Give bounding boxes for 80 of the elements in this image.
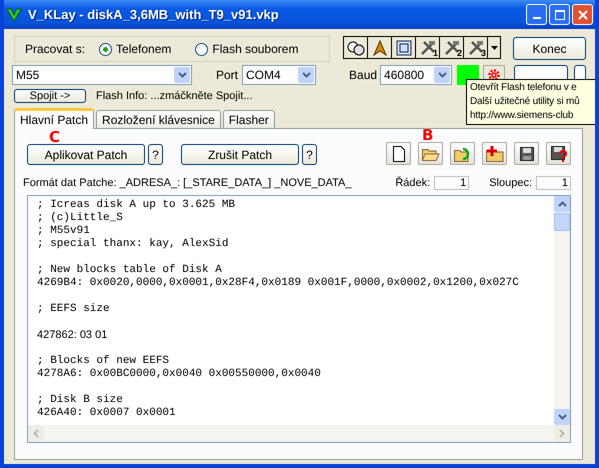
port-label: Port <box>216 68 238 82</box>
model-dropdown[interactable]: M55 <box>12 65 192 85</box>
file-tool-button[interactable] <box>546 142 571 165</box>
patch-button[interactable]: Zrušit Patch <box>181 144 299 165</box>
dropdown-button[interactable] <box>488 37 500 58</box>
work-mode-label: Pracovat s: <box>25 42 86 56</box>
flash-info: Flash Info: ...zmáčkněte Spojit... <box>96 90 253 102</box>
patch-editor[interactable] <box>27 195 571 443</box>
baud-label: Baud <box>349 68 378 82</box>
tooltip-line: Otevřít Flash telefonu v e <box>470 81 578 95</box>
tab[interactable]: Flasher <box>222 110 275 128</box>
save-help-icon <box>550 146 566 162</box>
tools-icon <box>420 40 436 56</box>
position-label: Sloupec: <box>489 177 532 189</box>
chevron-left-icon <box>33 429 39 438</box>
toolbar-button[interactable] <box>368 37 391 58</box>
code-line: ; (c)Little_S <box>37 212 123 224</box>
horizontal-scrollbar[interactable] <box>28 425 570 442</box>
code-line: ; Icreas disk A up to 3.625 MB <box>37 199 236 211</box>
tooltip-line: http://www.siemens-club <box>470 109 574 123</box>
folder-add-icon <box>486 146 504 162</box>
close-button[interactable] <box>572 4 593 25</box>
toolbar-button[interactable]: 2 <box>440 37 463 58</box>
toolbar-button[interactable]: 3 <box>464 37 487 58</box>
konec-button[interactable]: Konec <box>513 37 586 60</box>
radio-option[interactable]: Telefonem <box>99 42 172 56</box>
chevron-up-icon <box>558 201 566 207</box>
figure-icon <box>372 40 386 56</box>
open-folder-icon <box>422 146 440 160</box>
toolbar-button[interactable] <box>344 37 367 58</box>
baud-dropdown[interactable]: 460800 <box>380 65 452 85</box>
scrollbar-thumb[interactable] <box>554 213 570 231</box>
window-title: V_KLay - diskA_3,6MB_with_T9_v91.vkp <box>28 7 280 22</box>
folder-refresh-icon <box>454 146 472 162</box>
radio-option[interactable]: Flash souborem <box>195 42 298 56</box>
maximize-button[interactable] <box>549 4 570 25</box>
annotation-letter: B <box>422 126 434 144</box>
close-icon <box>578 10 588 20</box>
connect-button[interactable]: Spojit -> <box>14 88 86 102</box>
chevron-right-icon <box>559 429 565 438</box>
tab[interactable]: Rozložení klávesnice <box>96 110 221 128</box>
code-line: ; EEFS size <box>37 303 110 315</box>
save-icon <box>520 146 534 160</box>
chip-icon <box>396 40 412 56</box>
code-line: ; M55v91 <box>37 225 90 237</box>
patch-button[interactable]: Aplikovat Patch <box>27 144 145 165</box>
code-line: 427862: 03 01 <box>37 329 108 341</box>
help-button[interactable]: ? <box>302 144 317 165</box>
new-file-icon <box>392 146 404 162</box>
help-button[interactable]: ? <box>148 144 163 165</box>
code-line: 4269B4: 0x0020,0000,0x0001,0x28F4,0x0189 0x001F,0000,0x0002,0x1200,0x027C <box>37 277 519 289</box>
annotation-letter: C <box>49 128 60 146</box>
code-line: 426A40: 0x0007 0x0001 <box>37 407 176 419</box>
caret-icon <box>490 46 498 50</box>
minimize-button[interactable] <box>526 4 547 25</box>
maximize-icon <box>554 10 564 20</box>
chevron-down-icon <box>438 72 447 78</box>
tooltip-line: Další užitečné utility si mů <box>470 95 580 109</box>
settings-icon <box>487 68 502 82</box>
toolbar-button[interactable] <box>392 37 415 58</box>
position-label: Řádek: <box>395 177 430 189</box>
code-line: ; Blocks of new EEFS <box>37 355 170 367</box>
code-line: ; Disk B size <box>37 394 123 406</box>
format-hint: Formát dat Patche: _ADRESA_: [_STARE_DATA_] _NOVE_DATA_ <box>23 177 352 189</box>
chevron-down-icon <box>302 72 311 78</box>
chevron-down-icon <box>558 414 566 420</box>
minimize-icon <box>532 16 540 18</box>
app-icon <box>6 6 22 22</box>
code-line: ; New blocks table of Disk A <box>37 264 222 276</box>
vertical-scrollbar[interactable] <box>554 196 570 425</box>
port-dropdown[interactable]: COM4 <box>242 65 316 85</box>
position-field: 1 <box>536 176 571 190</box>
position-field: 1 <box>434 176 470 190</box>
tab[interactable]: Hlavní Patch <box>14 108 94 129</box>
code-line: ; special thanx: kay, AlexSid <box>37 238 228 250</box>
file-tool-button[interactable] <box>386 142 411 165</box>
code-line: 4278A6: 0x00BC0000,0x0040 0x00550000,0x0040 <box>37 368 321 380</box>
file-tool-button[interactable] <box>514 142 539 165</box>
toolbar-button[interactable]: 1 <box>416 37 439 58</box>
chevron-down-icon <box>178 72 186 78</box>
